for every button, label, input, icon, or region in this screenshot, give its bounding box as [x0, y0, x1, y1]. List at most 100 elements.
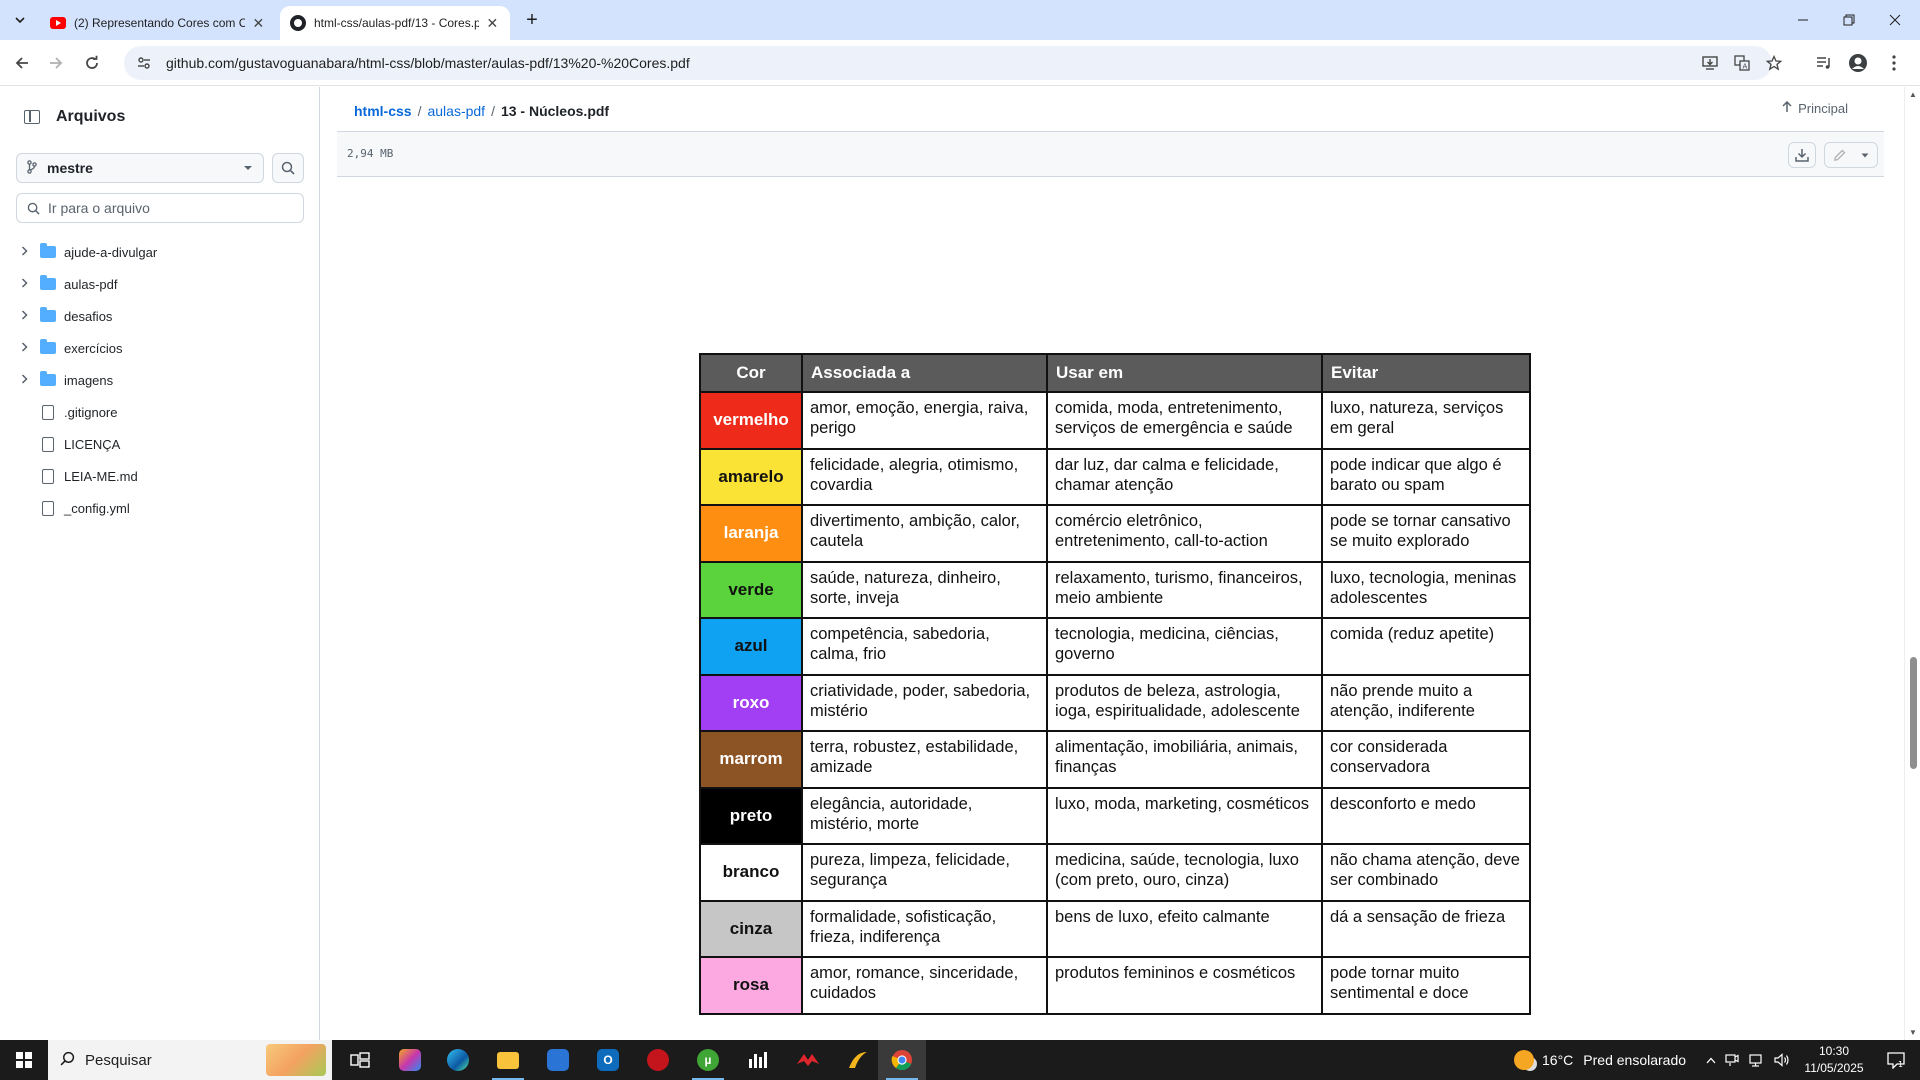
tree-item-leia-me[interactable]: LEIA-ME.md	[16, 460, 304, 492]
chevron-right-icon[interactable]	[16, 373, 32, 387]
close-tab-icon[interactable]: ✕	[251, 15, 266, 31]
file-explorer-icon[interactable]	[484, 1040, 532, 1080]
avoid-cell: pode tornar muito sentimental e doce	[1321, 956, 1531, 1015]
tab-search-chevron-icon[interactable]	[8, 8, 32, 32]
file-icon	[42, 500, 54, 516]
color-name-cell: vermelho	[699, 391, 803, 450]
app-red-circle-icon[interactable]	[634, 1040, 682, 1080]
chrome-icon[interactable]	[878, 1040, 926, 1080]
tree-item-imagens[interactable]: imagens	[16, 364, 304, 396]
color-name-cell: laranja	[699, 504, 803, 563]
outlook-icon[interactable]: O	[584, 1040, 632, 1080]
breadcrumb-separator: /	[491, 103, 495, 119]
tree-item-gitignore[interactable]: .gitignore	[16, 396, 304, 428]
browser-menu-icon[interactable]	[1880, 49, 1908, 77]
avoid-cell: desconforto e medo	[1321, 786, 1531, 845]
avoid-cell: luxo, tecnologia, meninas adolescentes	[1321, 560, 1531, 619]
close-window-icon[interactable]	[1872, 0, 1918, 40]
app-yellow-swoosh-icon[interactable]	[834, 1040, 882, 1080]
tab-youtube[interactable]: (2) Representando Cores com CSS ✕	[40, 6, 276, 40]
chevron-right-icon[interactable]	[16, 245, 32, 259]
install-app-icon[interactable]	[1694, 46, 1726, 80]
page-scrollbar[interactable]: ▲ ▼	[1904, 87, 1920, 1040]
site-info-icon[interactable]	[134, 53, 154, 73]
translate-icon[interactable]: A	[1726, 46, 1758, 80]
close-tab-icon[interactable]: ✕	[485, 15, 500, 31]
collapse-sidebar-button[interactable]	[16, 101, 48, 133]
use-in-cell: bens de luxo, efeito calmante	[1046, 899, 1323, 958]
file-size: 2,94 MB	[347, 147, 394, 160]
scroll-up-arrow-icon[interactable]: ▲	[1909, 90, 1917, 99]
tree-item-desafios[interactable]: desafios	[16, 300, 304, 332]
color-meaning-table: Cor Associada a Usar em Evitar vermelho a…	[699, 353, 1531, 1015]
edge-browser-icon[interactable]	[434, 1040, 482, 1080]
tree-item-licenca[interactable]: LICENÇA	[16, 428, 304, 460]
file-header: 2,94 MB	[337, 131, 1884, 177]
taskbar-search-box[interactable]: Pesquisar	[48, 1040, 332, 1080]
start-button[interactable]	[0, 1040, 48, 1080]
color-name-cell: branco	[699, 843, 803, 902]
download-raw-button[interactable]	[1788, 142, 1816, 168]
chevron-down-icon[interactable]	[1861, 153, 1869, 158]
bookmark-star-icon[interactable]	[1758, 46, 1790, 80]
breadcrumb-repo-link[interactable]: html-css	[354, 103, 412, 119]
tree-item-aulas-pdf[interactable]: aulas-pdf	[16, 268, 304, 300]
chevron-right-icon[interactable]	[16, 341, 32, 355]
reload-icon[interactable]	[78, 49, 106, 77]
restore-window-icon[interactable]	[1826, 0, 1872, 40]
audio-meter-icon[interactable]	[734, 1040, 782, 1080]
utorrent-icon[interactable]: µ	[684, 1040, 732, 1080]
notification-count: 1	[1898, 1060, 1903, 1069]
github-icon	[290, 15, 306, 31]
clock-date: 11/05/2025	[1804, 1061, 1864, 1075]
address-bar[interactable]: github.com/gustavoguanabara/html-css/blo…	[124, 46, 1782, 80]
network-icon[interactable]	[1749, 1053, 1765, 1067]
media-controls-icon[interactable]	[1810, 49, 1838, 77]
go-to-file-field[interactable]	[16, 193, 304, 223]
meet-now-icon[interactable]	[1725, 1053, 1739, 1067]
scroll-down-arrow-icon[interactable]: ▼	[1909, 1028, 1917, 1037]
back-to-top-link[interactable]: Principal	[1782, 100, 1848, 116]
breadcrumb-folder-link[interactable]: aulas-pdf	[427, 103, 485, 119]
use-in-cell: produtos femininos e cosméticos	[1046, 956, 1323, 1015]
associated-with-cell: terra, robustez, estabilidade, amizade	[801, 730, 1048, 789]
use-in-cell: relaxamento, turismo, financeiros, meio …	[1046, 560, 1323, 619]
windows-taskbar: Pesquisar O µ 16°C Pred ensolarado 10:30…	[0, 1040, 1920, 1080]
chevron-down-icon	[243, 163, 253, 174]
sidebar-title: Arquivos	[56, 108, 126, 125]
chevron-right-icon[interactable]	[16, 309, 32, 323]
go-to-file-input[interactable]	[48, 200, 288, 216]
pencil-icon[interactable]	[1833, 149, 1846, 162]
youtube-icon	[50, 17, 66, 29]
microsoft-store-icon[interactable]	[534, 1040, 582, 1080]
chevron-right-icon[interactable]	[16, 277, 32, 291]
use-in-cell: medicina, saúde, tecnologia, luxo (com p…	[1046, 843, 1323, 902]
tree-item-config-yml[interactable]: _config.yml	[16, 492, 304, 524]
copilot-icon[interactable]	[386, 1040, 434, 1080]
tree-item-label: imagens	[64, 372, 114, 388]
color-name-cell: amarelo	[699, 447, 803, 506]
tree-item-exercicios[interactable]: exercícios	[16, 332, 304, 364]
folder-icon	[40, 339, 56, 354]
game-app-red-icon[interactable]	[784, 1040, 832, 1080]
task-view-icon[interactable]	[336, 1040, 384, 1080]
notification-center-icon[interactable]: 1	[1876, 1040, 1916, 1080]
tree-item-ajude-a-divulgar[interactable]: ajude-a-divulgar	[16, 236, 304, 268]
new-tab-button[interactable]: +	[520, 8, 544, 32]
edit-file-button-group[interactable]	[1824, 142, 1878, 168]
search-code-button[interactable]	[272, 153, 304, 183]
back-arrow-icon[interactable]	[8, 49, 36, 77]
branch-selector[interactable]: mestre	[16, 153, 264, 183]
scrollbar-thumb[interactable]	[1910, 657, 1917, 769]
weather-widget[interactable]: 16°C Pred ensolarado	[1514, 1040, 1686, 1080]
avoid-cell: dá a sensação de frieza	[1321, 899, 1531, 958]
volume-icon[interactable]	[1774, 1053, 1790, 1067]
tab-github-pdf[interactable]: html-css/aulas-pdf/13 - Cores.pdf ✕	[280, 6, 510, 40]
chevron-up-icon[interactable]	[1706, 1057, 1716, 1064]
taskbar-clock[interactable]: 10:30 11/05/2025	[1794, 1043, 1874, 1077]
minimize-window-icon[interactable]	[1780, 0, 1826, 40]
avoid-cell: luxo, natureza, serviços em geral	[1321, 391, 1531, 450]
forward-arrow-icon[interactable]	[42, 49, 70, 77]
profile-avatar-icon[interactable]	[1844, 49, 1872, 77]
sidebar-panel-icon	[24, 110, 40, 124]
